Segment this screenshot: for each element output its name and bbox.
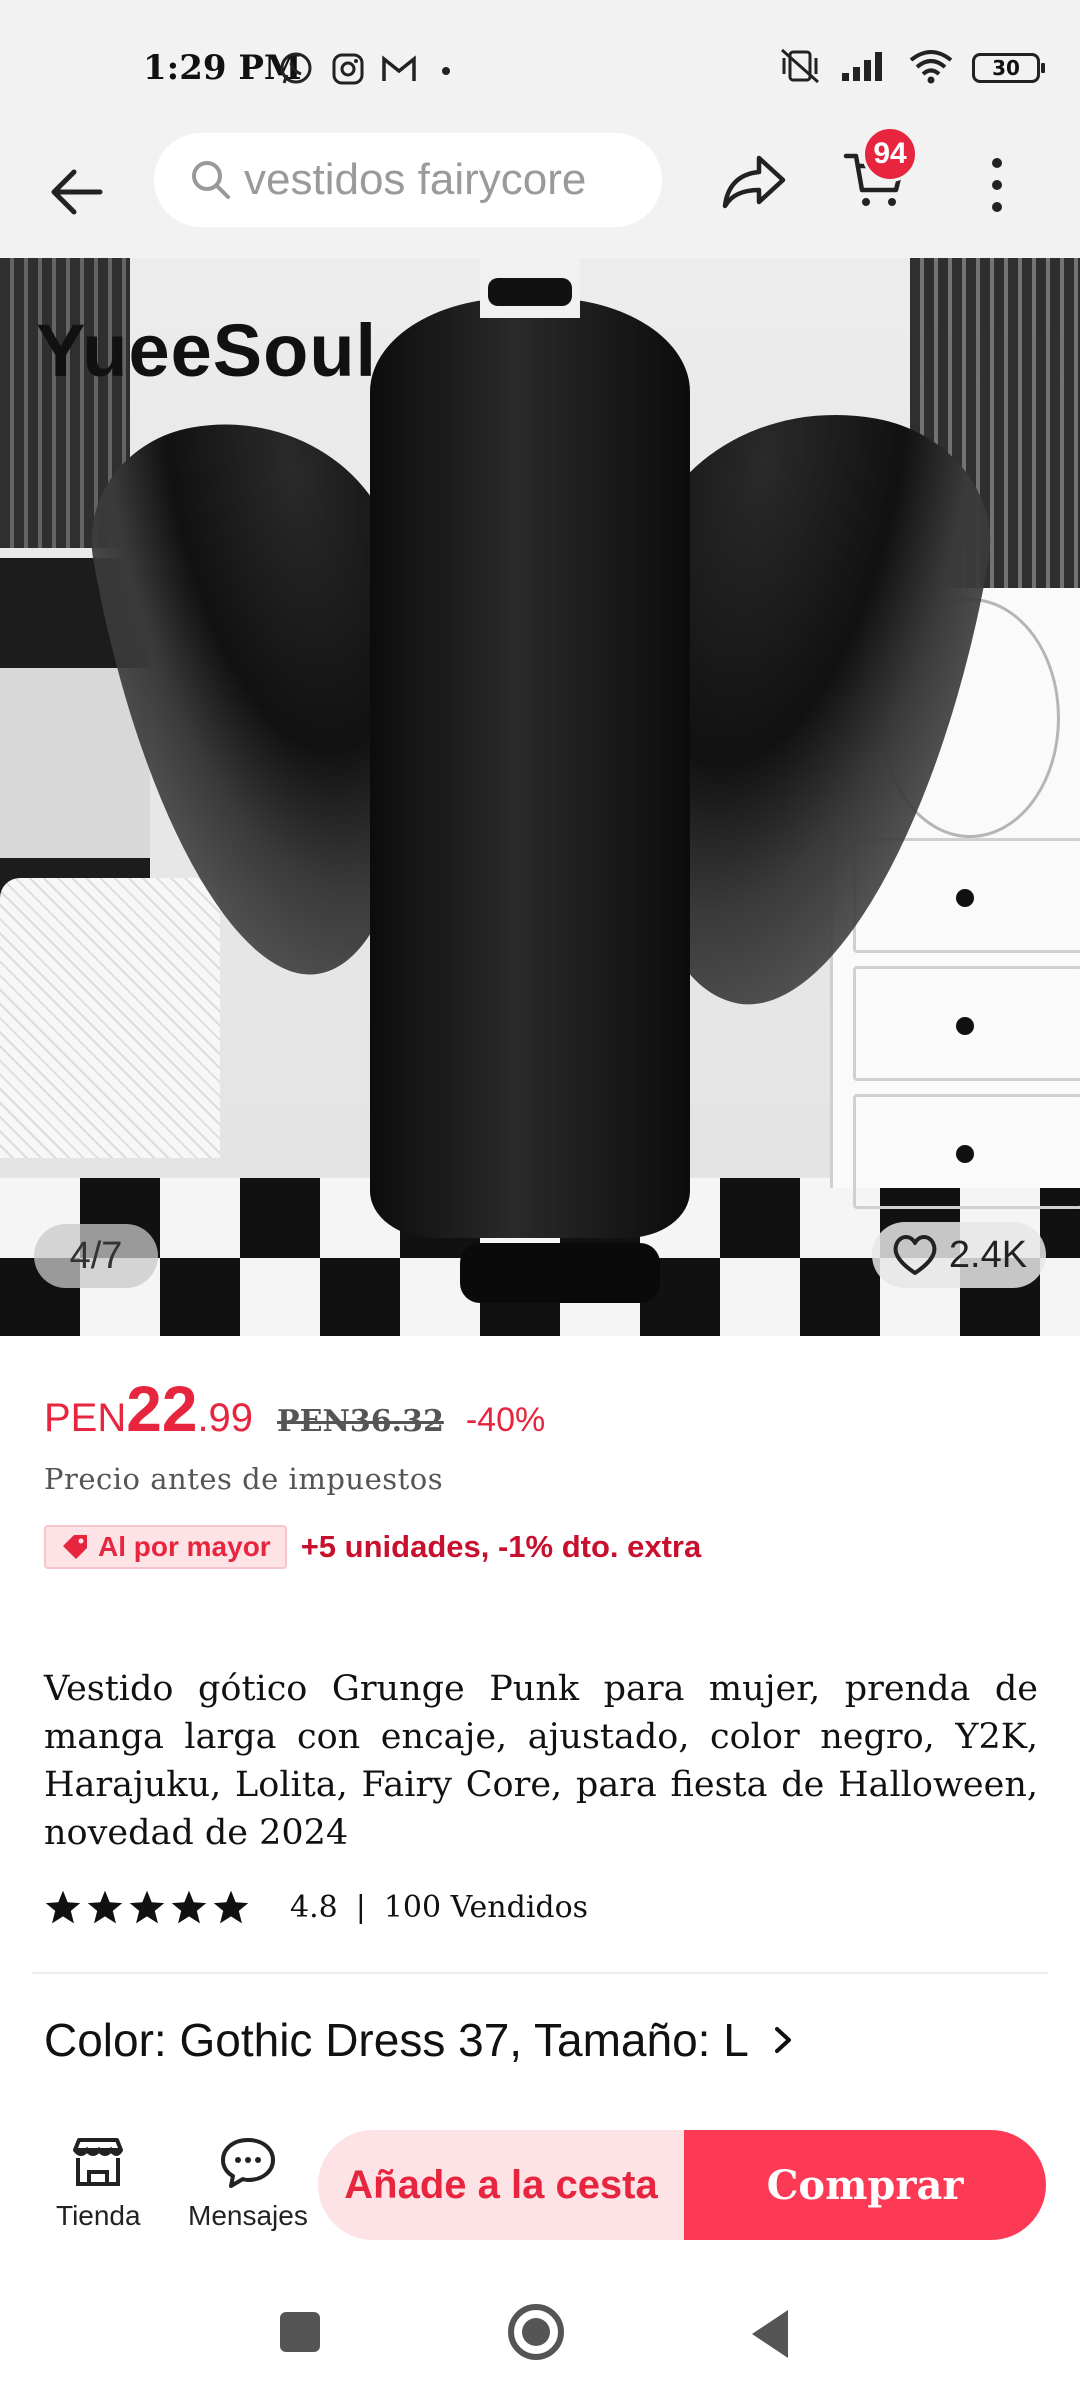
- wholesale-row[interactable]: Al por mayor +5 unidades, -1% dto. extra: [44, 1524, 701, 1570]
- store-label: Tienda: [56, 2200, 141, 2231]
- price-decimal: .99: [197, 1396, 254, 1440]
- messages-button[interactable]: Mensajes: [188, 2136, 308, 2246]
- wifi-icon: [908, 48, 954, 89]
- image-page-indicator: 4/7: [34, 1224, 158, 1288]
- recents-button[interactable]: [280, 2312, 320, 2352]
- section-divider: [32, 1972, 1048, 1974]
- home-button[interactable]: [508, 2304, 564, 2360]
- variant-selector[interactable]: Color: Gothic Dress 37, Tamaño: L: [44, 2010, 795, 2070]
- chat-bubble-icon: [220, 2138, 275, 2188]
- image-lace-table: [0, 878, 220, 1158]
- more-dot: [992, 158, 1002, 168]
- bottom-action-bar: Tienda Mensajes Añade a la cesta Comprar: [0, 2110, 1080, 2270]
- status-bar: 1:29 PM 30: [0, 0, 1080, 130]
- sold-count: 100 Vendidos: [383, 1889, 589, 1925]
- rating-separator: |: [355, 1889, 366, 1925]
- star-icon: [129, 1890, 165, 1924]
- app-header: vestidos fairycore 94: [0, 126, 1080, 258]
- more-dot: [992, 202, 1002, 212]
- star-icon: [45, 1890, 81, 1924]
- dot-icon: [440, 50, 452, 88]
- more-dot: [992, 180, 1002, 190]
- gmail-icon: [380, 50, 418, 88]
- search-input[interactable]: vestidos fairycore: [154, 133, 662, 227]
- add-to-cart-button[interactable]: Añade a la cesta: [318, 2130, 684, 2240]
- instagram-icon: [330, 50, 366, 88]
- star-icon: [171, 1890, 207, 1924]
- image-shoes: [460, 1243, 660, 1303]
- favorite-button[interactable]: 2.4K: [872, 1222, 1046, 1288]
- rating-row[interactable]: 4.8 | 100 Vendidos: [44, 1882, 588, 1932]
- star-icon: [87, 1890, 123, 1924]
- system-back-button[interactable]: [752, 2310, 788, 2358]
- product-image[interactable]: YueeSoul 4/7 2.4K: [0, 258, 1080, 1336]
- price-row: PEN 22 .99 PEN36.32 -40%: [44, 1372, 545, 1452]
- image-choker: [488, 278, 572, 306]
- store-icon: [73, 2138, 124, 2186]
- price-currency: PEN: [44, 1396, 127, 1440]
- wholesale-tag-label: Al por mayor: [98, 1531, 271, 1562]
- arrow-left-icon: [51, 169, 103, 215]
- wholesale-tag: Al por mayor: [44, 1525, 287, 1569]
- store-button[interactable]: Tienda: [56, 2136, 141, 2246]
- discount-badge: -40%: [465, 1401, 546, 1439]
- signal-icon: [840, 49, 890, 88]
- chevron-right-icon: [774, 2027, 791, 2053]
- messages-label: Mensajes: [188, 2200, 308, 2231]
- rating-value: 4.8: [290, 1889, 338, 1925]
- battery-icon: 30: [972, 53, 1045, 83]
- image-drawer: [853, 966, 1080, 1081]
- status-right: 30: [778, 46, 1045, 91]
- share-button[interactable]: [714, 146, 794, 218]
- favorite-count: 2.4K: [948, 1233, 1028, 1276]
- original-price: PEN36.32: [277, 1404, 444, 1439]
- price-tag-icon: [63, 1535, 87, 1559]
- star-rating: [44, 1889, 250, 1925]
- image-drawer: [853, 1094, 1080, 1209]
- share-icon: [722, 155, 786, 209]
- tax-note: Precio antes de impuestos: [44, 1462, 444, 1496]
- wholesale-text: +5 unidades, -1% dto. extra: [300, 1529, 702, 1564]
- search-query: vestidos fairycore: [244, 155, 587, 204]
- buy-now-button[interactable]: Comprar: [684, 2130, 1046, 2240]
- brand-watermark: YueeSoul: [36, 309, 378, 392]
- more-options-button[interactable]: [975, 150, 1019, 220]
- vibrate-icon: [778, 46, 822, 91]
- search-icon: [192, 161, 230, 199]
- system-navigation-bar: [0, 2270, 1080, 2400]
- heart-icon: [893, 1235, 937, 1275]
- product-title: Vestido gótico Grunge Punk para mujer, p…: [44, 1669, 1038, 1853]
- back-button[interactable]: [40, 156, 112, 228]
- variant-text: Color: Gothic Dress 37, Tamaño: L: [44, 2014, 749, 2066]
- whatsapp-icon: [278, 50, 314, 88]
- image-dress: [370, 298, 690, 1238]
- cart-count-badge: 94: [862, 126, 918, 182]
- star-icon: [213, 1890, 249, 1924]
- price-integer: 22: [126, 1373, 198, 1445]
